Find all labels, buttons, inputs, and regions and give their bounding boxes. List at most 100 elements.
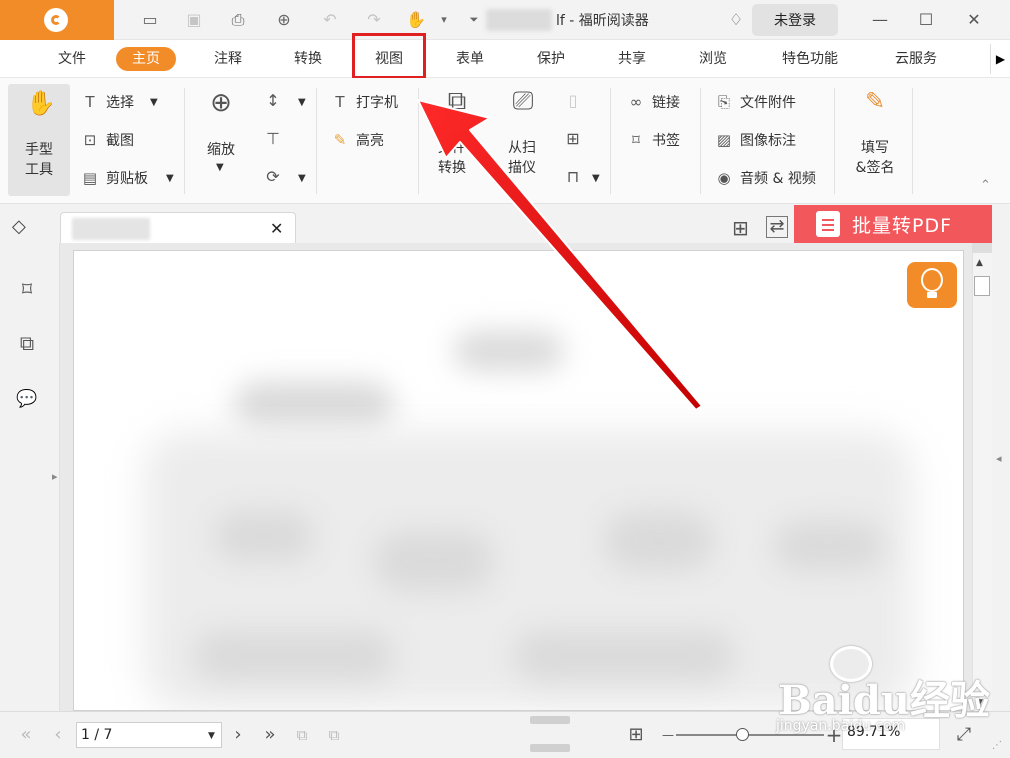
link-label: 链接 <box>652 95 680 111</box>
new-document-icon[interactable]: ⊕ <box>274 10 294 30</box>
page-number-field[interactable]: 1 / 7 <box>76 722 222 748</box>
screenshot-button[interactable]: ⊡ 截图 <box>80 128 134 152</box>
page-fit-dropdown-icon[interactable]: ▼ <box>298 97 306 108</box>
select-dropdown-icon[interactable]: ▼ <box>150 97 158 108</box>
scroll-top-area[interactable] <box>972 243 992 253</box>
tab-features[interactable]: 特色功能 <box>776 47 844 71</box>
file-convert-label[interactable]: 文件 转换 <box>430 138 474 178</box>
gift-icon[interactable]: ♢ <box>726 10 746 30</box>
scrollbar-thumb[interactable] <box>974 276 990 296</box>
vertical-scrollbar[interactable] <box>972 243 992 711</box>
scanner-icon[interactable]: ⎚ <box>508 88 538 120</box>
more-tabs-icon[interactable]: ▶ <box>990 44 1010 74</box>
file-attachment-button[interactable]: ⎘ 文件附件 <box>714 90 796 114</box>
lightbulb-icon <box>921 268 943 292</box>
bookmark-button[interactable]: ⌑ 书签 <box>626 128 680 152</box>
close-window-icon[interactable]: ✕ <box>962 8 986 32</box>
zoom-label[interactable]: 缩放 <box>200 140 242 160</box>
screenshot-label: 截图 <box>106 133 134 149</box>
export-icon[interactable]: ⊓ <box>562 166 584 188</box>
split-handle[interactable] <box>530 744 570 752</box>
select-button[interactable]: T 选择 <box>80 90 134 114</box>
scroll-up-icon[interactable]: ▲ <box>976 258 983 268</box>
fill-sign-icon[interactable]: ✎ <box>860 89 890 120</box>
typewriter-button[interactable]: T 打字机 <box>330 90 398 114</box>
close-tab-icon[interactable]: ✕ <box>270 219 283 238</box>
pdf-clip-icon[interactable]: ▯ <box>562 90 584 112</box>
document-tab-name-redacted <box>72 218 150 240</box>
blurred-content <box>514 631 734 681</box>
chevron-down-icon[interactable]: ▾ <box>434 10 454 30</box>
audio-video-button[interactable]: ◉ 音频 & 视频 <box>714 166 815 190</box>
image-icon: ▨ <box>716 131 732 149</box>
previous-view-icon[interactable]: ⧉ <box>290 724 314 746</box>
clipboard-dropdown-icon[interactable]: ▼ <box>166 173 174 184</box>
tab-share[interactable]: 共享 <box>610 47 654 71</box>
login-button[interactable]: 未登录 <box>752 4 838 36</box>
text-frame-icon[interactable]: ⊤ <box>262 128 284 150</box>
redo-icon[interactable]: ↷ <box>364 10 384 30</box>
customize-toolbar-icon[interactable]: ⏷ <box>464 10 484 30</box>
split-handle[interactable] <box>530 716 570 724</box>
zoom-slider-thumb[interactable] <box>736 728 749 741</box>
fullscreen-icon[interactable]: ⤢ <box>952 724 976 746</box>
zoom-icon[interactable]: ⊕ <box>206 90 236 122</box>
bookmark-panel-icon[interactable]: ⌑ <box>14 276 40 302</box>
tab-convert[interactable]: 转换 <box>286 47 330 71</box>
maximize-icon[interactable]: ☐ <box>914 8 938 32</box>
first-page-icon[interactable]: « <box>14 724 38 746</box>
grid-view-icon[interactable]: ⊞ <box>732 216 749 240</box>
collapse-ribbon-icon[interactable]: ⌃ <box>980 178 991 193</box>
pages-panel-icon[interactable]: ⧉ <box>14 330 40 356</box>
blurred-content <box>774 521 884 571</box>
tab-form[interactable]: 表单 <box>448 47 492 71</box>
switch-view-icon[interactable]: ⇄ <box>766 216 788 238</box>
camera-icon: ◉ <box>717 169 731 187</box>
rotate-dropdown-icon[interactable]: ▼ <box>298 173 306 184</box>
last-page-icon[interactable]: » <box>258 724 282 746</box>
page-fit-icon[interactable]: ↕ <box>262 90 284 112</box>
page-dropdown-icon[interactable]: ▼ <box>208 731 215 741</box>
link-icon: ∞ <box>629 93 643 111</box>
tab-home[interactable]: 主页 <box>116 47 176 71</box>
print-icon[interactable]: ⎙ <box>228 10 248 30</box>
new-page-icon[interactable]: ⊞ <box>562 128 584 150</box>
clipboard-label: 剪贴板 <box>106 171 148 187</box>
highlighter-icon: ✎ <box>333 131 347 149</box>
zoom-slider-track[interactable] <box>676 734 824 736</box>
highlight-button[interactable]: ✎ 高亮 <box>330 128 384 152</box>
next-view-icon[interactable]: ⧉ <box>322 724 346 746</box>
expand-sidebar-icon[interactable]: ▸ <box>52 470 58 483</box>
expand-right-panel-icon[interactable]: ◂ <box>996 452 1002 465</box>
tab-browse[interactable]: 浏览 <box>691 47 735 71</box>
eraser-icon[interactable]: ◇ <box>12 216 26 237</box>
fill-sign-label[interactable]: 填写 &签名 <box>848 138 902 178</box>
minimize-icon[interactable]: — <box>868 8 892 32</box>
comments-panel-icon[interactable]: 💬 <box>14 386 40 412</box>
window-title: lf - 福昕阅读器 <box>556 13 649 29</box>
hand-quick-icon[interactable]: ✋ <box>406 10 426 30</box>
from-scanner-label[interactable]: 从扫 描仪 <box>500 138 544 178</box>
tab-cloud[interactable]: 云服务 <box>888 47 944 71</box>
file-convert-icon[interactable]: ⧉ <box>442 88 472 120</box>
tab-comment[interactable]: 注释 <box>206 47 250 71</box>
tab-file[interactable]: 文件 <box>50 47 94 71</box>
tab-protect[interactable]: 保护 <box>529 47 573 71</box>
next-page-icon[interactable]: › <box>226 724 250 746</box>
typewriter-label: 打字机 <box>356 95 398 111</box>
link-button[interactable]: ∞ 链接 <box>626 90 680 114</box>
undo-icon[interactable]: ↶ <box>320 10 340 30</box>
previous-page-icon[interactable]: ‹ <box>46 724 70 746</box>
rotate-page-icon[interactable]: ⟳ <box>262 166 284 188</box>
resize-grip-icon[interactable]: ⋰ <box>992 740 1002 751</box>
clipboard-button[interactable]: ▤ 剪贴板 <box>80 166 148 190</box>
open-folder-icon[interactable]: ▭ <box>140 10 160 30</box>
zoom-dropdown-icon[interactable]: ▼ <box>216 162 224 173</box>
image-annotation-button[interactable]: ▨ 图像标注 <box>714 128 796 152</box>
blurred-content <box>604 511 714 571</box>
export-dropdown-icon[interactable]: ▼ <box>592 173 600 184</box>
right-panel-rail <box>992 243 1010 711</box>
select-text-icon: T <box>85 93 95 111</box>
page-layout-icon[interactable]: ⊞ <box>624 724 648 746</box>
save-icon[interactable]: ▣ <box>184 10 204 30</box>
